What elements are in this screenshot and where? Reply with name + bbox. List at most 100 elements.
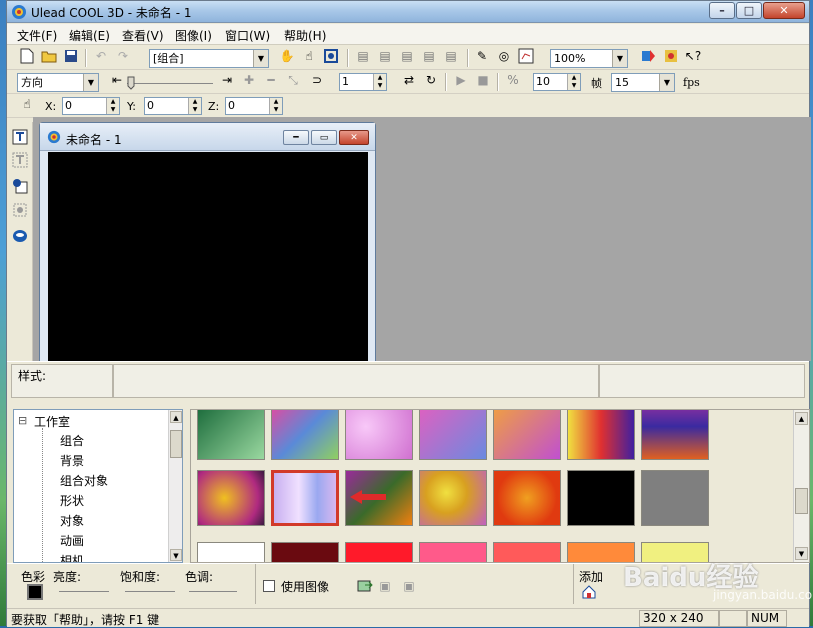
edit-shape-icon[interactable] <box>10 200 30 220</box>
frame-number-spin[interactable]: 1 ▲ ▼ <box>339 73 387 91</box>
last-frame-icon[interactable]: ⇥ <box>217 70 237 90</box>
object-combo[interactable]: [组合] ▼ <box>149 49 269 68</box>
scroll-up-icon[interactable]: ▲ <box>170 411 182 423</box>
thumbnail-scrollbar[interactable]: ▲ ▼ <box>793 410 809 562</box>
first-frame-icon[interactable]: ⇤ <box>107 70 127 90</box>
color-swatch[interactable] <box>27 584 43 600</box>
menu-file[interactable]: 文件(F) <box>17 27 57 44</box>
thumbnail[interactable] <box>567 470 635 526</box>
context-help-icon[interactable]: ↖? <box>683 46 703 66</box>
tree-scrollbar[interactable]: ▲ ▼ <box>168 410 182 562</box>
direction-combo[interactable]: 方向 ▼ <box>17 73 99 92</box>
reverse-icon[interactable]: ⤡ <box>283 70 303 90</box>
doc-close-button[interactable]: ✕ <box>339 130 369 145</box>
menu-edit[interactable]: 编辑(E) <box>69 27 110 44</box>
thumbnail[interactable] <box>271 542 339 562</box>
minimize-button[interactable]: – <box>709 2 735 19</box>
zoom-combo[interactable]: 100% ▼ <box>550 49 628 68</box>
insert-object-icon[interactable] <box>10 226 30 246</box>
menu-window[interactable]: 窗口(W) <box>225 27 270 44</box>
align-right-icon[interactable]: ▤ <box>397 46 417 66</box>
saturation-slider[interactable] <box>125 586 175 592</box>
thumbnail[interactable] <box>493 542 561 562</box>
doc-maximize-button[interactable]: ▭ <box>311 130 337 145</box>
thumbnail[interactable] <box>567 410 635 460</box>
add-keyframe-icon[interactable]: ✚ <box>239 70 259 90</box>
thumbnail[interactable] <box>197 542 265 562</box>
insert-shape-icon[interactable] <box>10 176 30 196</box>
tree-root-label[interactable]: 工作室 <box>34 413 70 430</box>
z-field[interactable]: 0 ▲ ▼ <box>225 97 283 115</box>
loop-icon[interactable]: ⊃ <box>307 70 327 90</box>
thumbnail[interactable] <box>345 410 413 460</box>
insert-text-icon[interactable] <box>10 127 30 147</box>
document-title-bar[interactable]: 未命名 - 1 ━ ▭ ✕ <box>40 123 375 151</box>
tree-item-object[interactable]: 对象 <box>60 512 84 529</box>
thumbnail[interactable] <box>641 410 709 460</box>
thumbnail[interactable] <box>345 470 413 526</box>
new-file-icon[interactable] <box>17 46 37 66</box>
x-field[interactable]: 0 ▲ ▼ <box>62 97 120 115</box>
tree-item-background[interactable]: 背景 <box>60 452 84 469</box>
thumbnail[interactable] <box>493 470 561 526</box>
pingpong-icon[interactable]: ⇄ <box>399 70 419 90</box>
select-object-icon[interactable] <box>321 46 341 66</box>
render-canvas[interactable] <box>48 152 368 363</box>
close-button[interactable]: ✕ <box>763 2 805 19</box>
timeline-slider[interactable] <box>127 78 213 84</box>
image-preview-icon[interactable]: ▣ <box>399 576 419 596</box>
menu-image[interactable]: 图像(I) <box>175 27 212 44</box>
play-icon[interactable]: ▶ <box>451 70 471 90</box>
tree-item-group[interactable]: 组合 <box>60 432 84 449</box>
save-icon[interactable] <box>61 46 81 66</box>
redo-icon[interactable]: ↷ <box>113 46 133 66</box>
percent-icon[interactable]: % <box>503 70 523 90</box>
repeat-icon[interactable]: ↻ <box>421 70 441 90</box>
open-folder-icon[interactable] <box>39 46 59 66</box>
tree-item-camera[interactable]: 相机 <box>60 552 84 562</box>
thumbnail[interactable] <box>345 542 413 562</box>
y-field[interactable]: 0 ▲ ▼ <box>144 97 202 115</box>
globe-icon[interactable]: ◎ <box>494 46 514 66</box>
stop-icon[interactable]: ■ <box>473 70 493 90</box>
thumbnail[interactable] <box>271 410 339 460</box>
rotate-hand-icon[interactable]: ☝ <box>299 46 319 66</box>
light-icon[interactable]: ✎ <box>472 46 492 66</box>
remove-keyframe-icon[interactable]: ━ <box>261 70 281 90</box>
render-icon[interactable] <box>639 46 659 66</box>
tree-item-shape[interactable]: 形状 <box>60 492 84 509</box>
doc-minimize-button[interactable]: ━ <box>283 130 309 145</box>
hand-tool-icon[interactable]: ✋ <box>277 46 297 66</box>
thumbnail[interactable] <box>419 410 487 460</box>
brightness-slider[interactable] <box>59 586 109 592</box>
maximize-button[interactable]: □ <box>736 2 762 19</box>
align-top-icon[interactable]: ▤ <box>419 46 439 66</box>
thumbnail[interactable] <box>493 410 561 460</box>
thumbnail[interactable] <box>419 470 487 526</box>
scroll-up-icon[interactable]: ▲ <box>795 412 808 425</box>
scroll-down-icon[interactable]: ▼ <box>170 549 182 561</box>
menu-help[interactable]: 帮助(H) <box>284 27 326 44</box>
load-image-icon[interactable] <box>355 576 375 596</box>
use-image-checkbox[interactable] <box>263 580 275 592</box>
image-options-icon[interactable]: ▣ <box>375 576 395 596</box>
thumbnail-selected[interactable] <box>271 470 339 526</box>
tree-item-animation[interactable]: 动画 <box>60 532 84 549</box>
edit-text-icon[interactable] <box>10 150 30 170</box>
scroll-down-icon[interactable]: ▼ <box>795 547 808 560</box>
add-style-icon[interactable] <box>579 582 599 602</box>
frames-count-spin[interactable]: 10 ▲ ▼ <box>533 73 581 91</box>
fps-combo[interactable]: 15 ▼ <box>611 73 675 92</box>
menu-view[interactable]: 查看(V) <box>122 27 164 44</box>
title-bar[interactable]: Ulead COOL 3D - 未命名 - 1 – □ ✕ <box>7 1 809 23</box>
tree-item-group-object[interactable]: 组合对象 <box>60 472 108 489</box>
position-tool-icon[interactable]: ☝ <box>17 94 37 114</box>
tree-scroll-thumb[interactable] <box>170 430 182 458</box>
undo-icon[interactable]: ↶ <box>91 46 111 66</box>
align-center-icon[interactable]: ▤ <box>375 46 395 66</box>
thumbnail[interactable] <box>641 470 709 526</box>
timeline-thumb[interactable] <box>125 73 137 93</box>
thumbnail[interactable] <box>197 470 265 526</box>
align-left-icon[interactable]: ▤ <box>353 46 373 66</box>
thumbnail[interactable] <box>419 542 487 562</box>
